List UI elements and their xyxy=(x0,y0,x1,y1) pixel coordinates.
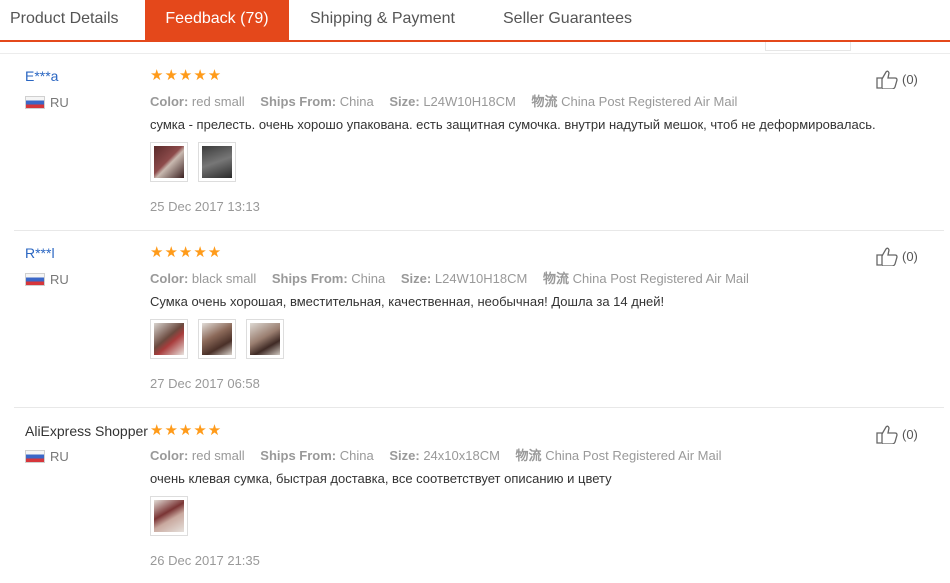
logistics-value: China Post Registered Air Mail xyxy=(545,448,722,463)
logistics-label: 物流 xyxy=(531,94,558,109)
divider xyxy=(0,53,950,54)
review-photo[interactable] xyxy=(150,496,188,536)
review-photo[interactable] xyxy=(198,142,236,182)
review-date: 27 Dec 2017 06:58 xyxy=(150,376,260,391)
logistics-label: 物流 xyxy=(542,271,569,286)
review-photo[interactable] xyxy=(150,319,188,359)
star-rating: ★★★★★ xyxy=(150,244,223,261)
like-count: (0) xyxy=(902,71,918,87)
review-photo[interactable] xyxy=(150,142,188,182)
tab-seller-guarantees[interactable]: Seller Guarantees xyxy=(503,0,632,40)
like-count: (0) xyxy=(902,248,918,264)
review-photo[interactable] xyxy=(198,319,236,359)
feedback-tabs: Product Details Feedback (79) Shipping &… xyxy=(0,0,950,42)
order-info: Color: red small Ships From: China Size:… xyxy=(150,91,749,110)
reviewer-name[interactable]: E***a xyxy=(25,68,58,84)
tab-product-details[interactable]: Product Details xyxy=(0,0,140,40)
thumbs-up-icon xyxy=(876,247,898,266)
review-photos xyxy=(150,319,284,359)
review-text: очень клевая сумка, быстрая доставка, вс… xyxy=(150,471,612,486)
reviewer-country: RU xyxy=(25,449,69,464)
review-divider xyxy=(14,230,944,231)
review-photo[interactable] xyxy=(246,319,284,359)
like-button[interactable]: (0) xyxy=(875,246,918,266)
review-text: Сумка очень хорошая, вместительная, каче… xyxy=(150,294,665,309)
color-label: Color: xyxy=(150,448,189,463)
tab-shipping-payment[interactable]: Shipping & Payment xyxy=(310,0,455,40)
reviewer-country: RU xyxy=(25,95,69,110)
like-count: (0) xyxy=(902,426,918,442)
color-value: red small xyxy=(191,94,245,109)
review-photos xyxy=(150,496,188,536)
star-rating: ★★★★★ xyxy=(150,67,223,84)
reviewer-name[interactable]: AliExpress Shopper xyxy=(25,423,148,439)
like-button[interactable]: (0) xyxy=(875,69,918,89)
color-label: Color: xyxy=(150,271,189,286)
size-label: Size: xyxy=(389,448,420,463)
russia-flag-icon xyxy=(25,273,45,286)
review-date: 25 Dec 2017 13:13 xyxy=(150,199,260,214)
country-code: RU xyxy=(50,95,69,110)
ships-from-label: Ships From: xyxy=(271,271,348,286)
thumbs-up-icon xyxy=(876,70,898,89)
russia-flag-icon xyxy=(25,96,45,109)
size-label: Size: xyxy=(400,271,432,286)
ships-from-label: Ships From: xyxy=(260,448,337,463)
color-label: Color: xyxy=(150,94,189,109)
color-value: red small xyxy=(191,448,245,463)
order-info: Color: red small Ships From: China Size:… xyxy=(150,445,734,464)
like-button[interactable]: (0) xyxy=(875,424,918,444)
ships-from-value: China xyxy=(339,448,374,463)
tab-feedback[interactable]: Feedback (79) xyxy=(145,0,289,40)
review-divider xyxy=(14,407,944,408)
color-value: black small xyxy=(191,271,257,286)
logistics-value: China Post Registered Air Mail xyxy=(561,94,738,109)
size-value: 24x10x18CM xyxy=(423,448,500,463)
reviewer-country: RU xyxy=(25,272,69,287)
ships-from-value: China xyxy=(351,271,386,286)
size-value: L24W10H18CM xyxy=(423,94,516,109)
logistics-value: China Post Registered Air Mail xyxy=(572,271,749,286)
reviewer-name[interactable]: R***l xyxy=(25,245,55,261)
logistics-label: 物流 xyxy=(515,448,542,463)
size-value: L24W10H18CM xyxy=(434,271,528,286)
size-label: Size: xyxy=(389,94,420,109)
thumbs-up-icon xyxy=(876,425,898,444)
review-date: 26 Dec 2017 21:35 xyxy=(150,553,260,568)
russia-flag-icon xyxy=(25,450,45,463)
country-code: RU xyxy=(50,272,69,287)
ships-from-value: China xyxy=(339,94,374,109)
country-code: RU xyxy=(50,449,69,464)
star-rating: ★★★★★ xyxy=(150,422,223,439)
toolbar-stub xyxy=(765,42,851,51)
order-info: Color: black small Ships From: China Siz… xyxy=(150,268,761,287)
review-photos xyxy=(150,142,236,182)
review-text: сумка - прелесть. очень хорошо упакована… xyxy=(150,117,876,132)
ships-from-label: Ships From: xyxy=(260,94,337,109)
